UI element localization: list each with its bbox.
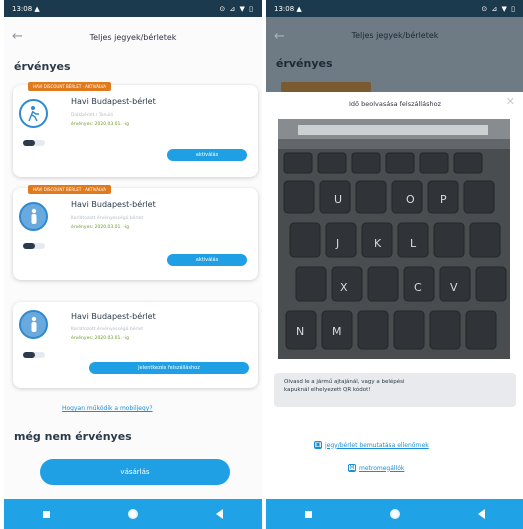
- section-not-yet-valid-heading: még nem érvényes: [14, 430, 132, 443]
- ticket-icon: ▣: [314, 441, 322, 449]
- instruction-line: kapuknál elhelyezett QR kódot!: [284, 386, 371, 393]
- status-time: 13:08 ▲: [12, 4, 40, 13]
- home-icon[interactable]: [128, 509, 138, 519]
- back-arrow-icon[interactable]: ←: [12, 29, 23, 44]
- metro-stops-link[interactable]: M metromegállók: [348, 464, 404, 472]
- page-title: Teljes jegyek/bérletek: [351, 31, 439, 40]
- ticket-toggle[interactable]: [23, 140, 45, 146]
- camera-preview: UOP JKL XCV NM: [278, 119, 510, 359]
- status-bar: 13:08 ▲ ⊙ ⊿ ▼ ▯: [266, 0, 523, 17]
- activate-button[interactable]: aktiválás: [167, 254, 247, 266]
- ticket-validity: érvényes: 2020.03.01. -ig: [71, 336, 129, 341]
- section-valid-heading: érvényes: [14, 60, 71, 73]
- board-button[interactable]: Jelentkezés felszálláshoz: [89, 362, 249, 374]
- metro-icon: M: [348, 464, 356, 472]
- ticket-card: HAVI DISCOUNT BÉRLET · AKTIVÁLVA Havi Bu…: [13, 185, 258, 280]
- ticket-title: Havi Budapest-bérlet: [71, 200, 156, 209]
- keyboard-image: UOP JKL XCV NM: [278, 119, 510, 359]
- scan-bottom-sheet: Idő beolvasása felszálláshoz ✕ Olvasd le…: [266, 92, 523, 499]
- ticket-validity: érvényes: 2020.03.01. -ig: [71, 225, 129, 230]
- ticket-subtitle: Diákbérlet / Tanuló: [71, 113, 114, 118]
- ticket-subtitle: Korlátozott érvényességű bérlet: [71, 327, 144, 332]
- instruction-line: Olvasd le a jármű ajtajánál, vagy a belé…: [284, 379, 405, 385]
- status-time: 13:08 ▲: [274, 4, 302, 13]
- sheet-title: Idő beolvasása felszálláshoz: [349, 100, 441, 108]
- buy-button[interactable]: vásárlás: [40, 459, 230, 485]
- back-icon[interactable]: [478, 509, 485, 519]
- back-icon[interactable]: [216, 509, 223, 519]
- scan-instruction: Olvasd le a jármű ajtajánál, vagy a belé…: [274, 373, 516, 407]
- qr-scan-screen: 13:08 ▲ ⊙ ⊿ ▼ ▯ ← Teljes jegyek/bérletek…: [266, 0, 523, 529]
- walking-person-icon: [19, 99, 48, 128]
- ticket-toggle[interactable]: [23, 352, 45, 358]
- status-icons: ⊙ ⊿ ▼ ▯: [481, 4, 516, 13]
- ticket-title: Havi Budapest-bérlet: [71, 97, 156, 106]
- person-icon: [19, 310, 48, 339]
- ticket-badge: [281, 82, 371, 92]
- status-bar: 13:08 ▲ ⊙ ⊿ ▼ ▯: [4, 0, 262, 17]
- ticket-badge: HAVI DISCOUNT BÉRLET · AKTIVÁLVA: [28, 82, 112, 91]
- ticket-card: Havi Budapest-bérlet Korlátozott érvénye…: [13, 302, 258, 388]
- recents-icon[interactable]: [43, 510, 50, 518]
- ticket-card: HAVI DISCOUNT BÉRLET · AKTIVÁLVA Havi Bu…: [13, 82, 258, 177]
- how-it-works-link[interactable]: Hogyan működik a mobiljegy?: [62, 405, 153, 412]
- ticket-subtitle: Korlátozott érvényességű bérlet: [71, 216, 144, 221]
- close-icon[interactable]: ✕: [506, 95, 515, 108]
- metro-stops-label: metromegállók: [359, 464, 405, 472]
- system-nav-bar: [4, 499, 262, 529]
- section-valid-heading: érvényes: [276, 57, 333, 70]
- app-bar: ← Teljes jegyek/bérletek: [4, 17, 262, 57]
- page-title: Teljes jegyek/bérletek: [89, 32, 177, 42]
- person-icon: [19, 202, 48, 231]
- screenshot: 13:08 ▲ ⊙ ⊿ ▼ ▯ ← Teljes jegyek/bérletek…: [0, 0, 523, 529]
- show-to-inspector-label: jegy/bérlet bemutatása ellenőrnek: [325, 441, 429, 449]
- ticket-title: Havi Budapest-bérlet: [71, 312, 156, 321]
- activate-button[interactable]: aktiválás: [167, 149, 247, 161]
- home-icon[interactable]: [390, 509, 400, 519]
- ticket-badge: HAVI DISCOUNT BÉRLET · AKTIVÁLVA: [28, 185, 112, 194]
- recents-icon[interactable]: [305, 510, 312, 518]
- ticket-toggle[interactable]: [23, 243, 45, 249]
- tickets-screen: 13:08 ▲ ⊙ ⊿ ▼ ▯ ← Teljes jegyek/bérletek…: [4, 0, 262, 529]
- status-icons: ⊙ ⊿ ▼ ▯: [219, 4, 254, 13]
- dimmed-background: ← Teljes jegyek/bérletek érvényes: [266, 17, 523, 92]
- ticket-validity: érvényes: 2020.03.01. -ig: [71, 122, 129, 127]
- show-to-inspector-link[interactable]: ▣ jegy/bérlet bemutatása ellenőrnek: [314, 441, 429, 449]
- system-nav-bar: [266, 499, 523, 529]
